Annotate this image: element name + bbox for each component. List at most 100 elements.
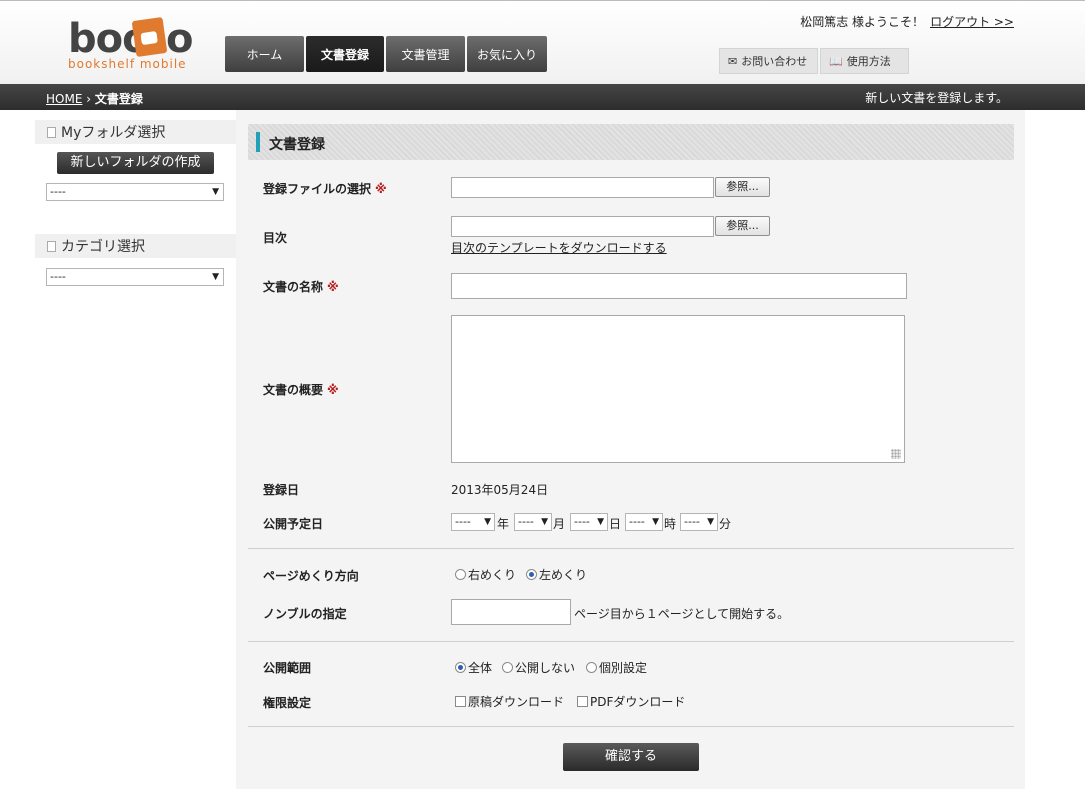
- title-accent-mark: [256, 132, 260, 152]
- radio-right-flip-label: 右めくり: [468, 568, 517, 582]
- regdate-value: 2013年05月24日: [451, 483, 549, 497]
- book-icon: 📖: [829, 54, 843, 68]
- category-select-value: ----: [50, 270, 66, 283]
- pubdate-minute-value: ----: [684, 515, 700, 528]
- logout-link[interactable]: ログアウト >>: [930, 15, 1014, 29]
- pubdate-day-select[interactable]: ----: [570, 513, 608, 531]
- nombre-suffix: ページ目から１ページとして開始する。: [574, 607, 790, 621]
- category-section-title: カテゴリ選択: [35, 234, 236, 258]
- checkbox-pdf-download[interactable]: PDFダウンロード: [577, 693, 685, 710]
- radio-scope-individual-label: 個別設定: [599, 661, 648, 675]
- file-path-input[interactable]: [451, 177, 714, 198]
- logo-text-end: o: [166, 16, 194, 62]
- radio-left-flip[interactable]: 左めくり: [526, 566, 587, 583]
- radio-selected-icon: [526, 569, 537, 580]
- contact-button[interactable]: ✉ お問い合わせ: [719, 48, 818, 74]
- radio-left-flip-label: 左めくり: [539, 568, 588, 582]
- pubdate-year-value: ----: [455, 515, 471, 528]
- divider: [248, 726, 1014, 727]
- checkbox-original-download[interactable]: 原稿ダウンロード: [455, 693, 564, 710]
- main-content: 文書登録 登録ファイルの選択 ※ 参照... 目次 参照... 目次のテンプレート…: [236, 110, 1025, 789]
- resize-grip-icon[interactable]: [891, 449, 901, 459]
- pubdate-year-select[interactable]: ----: [451, 513, 495, 531]
- checkbox-pdf-download-label: PDFダウンロード: [590, 695, 686, 709]
- pubdate-month-select[interactable]: ----: [514, 513, 552, 531]
- breadcrumb-bar: HOME › 文書登録 新しい文書を登録します。: [0, 84, 1085, 110]
- nav-manage[interactable]: 文書管理: [386, 36, 465, 72]
- checkbox-icon: [455, 696, 466, 707]
- file-browse-button[interactable]: 参照...: [715, 177, 770, 197]
- pubdate-hour-value: ----: [629, 515, 645, 528]
- hour-unit: 時: [664, 517, 677, 531]
- toc-file-input[interactable]: [451, 216, 714, 237]
- pubdate-hour-select[interactable]: ----: [625, 513, 663, 531]
- month-unit: 月: [553, 517, 566, 531]
- pubdate-month-value: ----: [518, 515, 534, 528]
- radio-scope-individual[interactable]: 個別設定: [586, 659, 647, 676]
- page-description: 新しい文書を登録します。: [865, 91, 1008, 105]
- required-mark: ※: [327, 280, 339, 294]
- scope-label: 公開範囲: [263, 661, 312, 675]
- folder-select[interactable]: ----: [46, 183, 224, 201]
- confirm-button[interactable]: 確認する: [563, 743, 699, 771]
- welcome-area: 松岡篤志 様ようこそ！ ログアウト >>: [800, 13, 1014, 30]
- pubdate-label: 公開予定日: [263, 517, 324, 531]
- nav-register[interactable]: 文書登録: [306, 36, 384, 72]
- form-title: 文書登録: [269, 137, 325, 153]
- radio-icon: [586, 662, 597, 673]
- summary-textarea[interactable]: [451, 315, 905, 463]
- breadcrumb-home[interactable]: HOME: [46, 92, 82, 106]
- folder-select-value: ----: [50, 185, 66, 198]
- main-nav: ホーム 文書登録 文書管理 お気に入り: [225, 36, 549, 72]
- mail-icon: ✉: [728, 54, 738, 68]
- logo-hand-icon: [131, 17, 168, 57]
- required-mark: ※: [327, 383, 339, 397]
- contact-label: お問い合わせ: [741, 55, 808, 68]
- page-direction-label: ページめくり方向: [263, 569, 359, 583]
- document-icon: [47, 240, 56, 252]
- radio-right-flip[interactable]: 右めくり: [455, 566, 516, 583]
- header: boo o bookshelf mobile ホーム 文書登録 文書管理 お気に…: [0, 0, 1085, 84]
- toc-browse-button[interactable]: 参照...: [715, 216, 770, 236]
- name-label-text: 文書の名称: [263, 280, 324, 294]
- breadcrumb-current: 文書登録: [94, 92, 143, 106]
- pubdate-day-value: ----: [574, 515, 590, 528]
- nombre-label: ノンブルの指定: [263, 607, 347, 621]
- divider: [248, 641, 1014, 642]
- year-unit: 年: [497, 517, 510, 531]
- file-label: 登録ファイルの選択 ※: [263, 180, 387, 197]
- howto-button[interactable]: 📖 使用方法: [820, 48, 909, 74]
- new-folder-button[interactable]: 新しいフォルダの作成: [57, 152, 214, 174]
- toc-template-link[interactable]: 目次のテンプレートをダウンロードする: [451, 239, 667, 256]
- document-icon: [47, 126, 56, 138]
- checkbox-original-download-label: 原稿ダウンロード: [468, 695, 565, 709]
- name-label: 文書の名称 ※: [263, 278, 339, 295]
- sidebar: Myフォルダ選択 新しいフォルダの作成 ---- カテゴリ選択 ----: [35, 110, 236, 789]
- pubdate-minute-select[interactable]: ----: [680, 513, 718, 531]
- document-name-input[interactable]: [451, 273, 907, 299]
- nav-favorites[interactable]: お気に入り: [467, 36, 547, 72]
- nav-home[interactable]: ホーム: [225, 36, 304, 72]
- regdate-label: 登録日: [263, 483, 300, 497]
- radio-scope-private[interactable]: 公開しない: [502, 659, 575, 676]
- welcome-text: 松岡篤志 様ようこそ！: [800, 15, 925, 29]
- radio-selected-icon: [455, 662, 466, 673]
- category-title-text: カテゴリ選択: [61, 239, 145, 255]
- radio-scope-all[interactable]: 全体: [455, 659, 492, 676]
- file-label-text: 登録ファイルの選択: [263, 182, 372, 196]
- form-title-bar: 文書登録: [248, 124, 1014, 160]
- radio-scope-private-label: 公開しない: [515, 661, 576, 675]
- logo[interactable]: boo o bookshelf mobile: [68, 17, 193, 77]
- nombre-input[interactable]: [451, 599, 571, 625]
- breadcrumb: HOME › 文書登録: [46, 90, 143, 107]
- radio-icon: [502, 662, 513, 673]
- category-select[interactable]: ----: [46, 268, 224, 286]
- day-unit: 日: [609, 517, 622, 531]
- radio-icon: [455, 569, 466, 580]
- summary-label: 文書の概要 ※: [263, 381, 339, 398]
- divider: [248, 548, 1014, 549]
- folder-section-title: Myフォルダ選択: [35, 120, 236, 144]
- checkbox-icon: [577, 696, 588, 707]
- radio-scope-all-label: 全体: [468, 661, 493, 675]
- folder-title-text: Myフォルダ選択: [61, 125, 166, 141]
